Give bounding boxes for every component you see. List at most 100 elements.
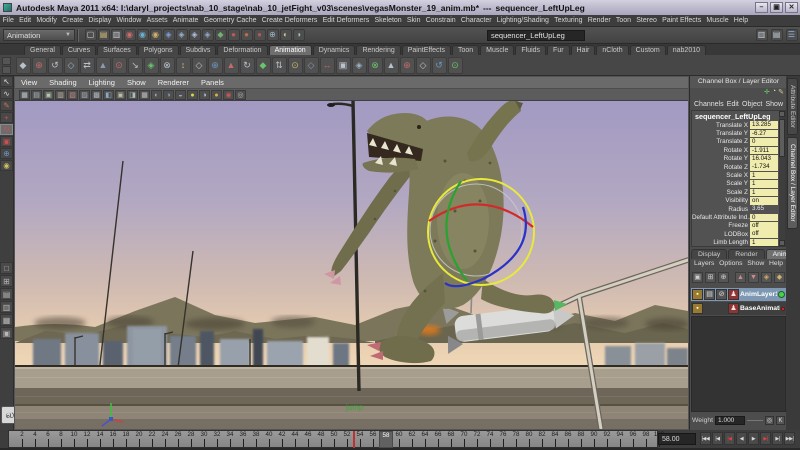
- channel-scrollbar[interactable]: [779, 111, 785, 246]
- shelf-tab[interactable]: Dynamics: [313, 45, 356, 55]
- shelf-icon[interactable]: ↕: [176, 57, 191, 74]
- viewport-toolbar-icon[interactable]: ▣: [43, 90, 54, 100]
- shelf-icon[interactable]: ⊕: [400, 57, 415, 74]
- shelf-icon[interactable]: ▲: [96, 57, 111, 74]
- current-time-field[interactable]: 58.00: [658, 433, 696, 445]
- status-divider[interactable]: [77, 29, 82, 42]
- shelf-tab[interactable]: Custom: [630, 45, 666, 55]
- panel-menu-item[interactable]: Show: [121, 78, 152, 87]
- tool-button[interactable]: +: [0, 112, 13, 123]
- layout-shortcut-button[interactable]: ▥: [0, 301, 13, 313]
- channel-label[interactable]: Rotate Z: [692, 164, 750, 171]
- shelf-tab[interactable]: Curves: [62, 45, 96, 55]
- status-icon[interactable]: ◉: [150, 29, 162, 41]
- channel-box-menu-item[interactable]: Show: [765, 101, 783, 108]
- playback-button[interactable]: ▶▶|: [784, 432, 795, 445]
- shelf-icon[interactable]: ⊙: [448, 57, 463, 74]
- viewport-toolbar-icon[interactable]: ●: [211, 90, 222, 100]
- channel-value-field[interactable]: 0: [750, 138, 778, 146]
- layout-shortcut-button[interactable]: □: [0, 262, 13, 274]
- channel-value-field[interactable]: -1.734: [750, 163, 778, 171]
- shelf-icon[interactable]: ▲: [224, 57, 239, 74]
- panel-menu-item[interactable]: Renderer: [152, 78, 195, 87]
- shelf-icon[interactable]: ⇄: [80, 57, 95, 74]
- channel-box-menu-item[interactable]: Edit: [727, 101, 739, 108]
- playback-button[interactable]: ▶|: [772, 432, 783, 445]
- move-layer-down-icon[interactable]: ▼: [748, 272, 759, 283]
- quick-selection-field[interactable]: sequencer_LeftUpLeg: [487, 30, 585, 41]
- layer-keying-icon[interactable]: ▪: [692, 303, 703, 314]
- channel-value-field[interactable]: -6.27: [750, 130, 778, 138]
- channel-label[interactable]: Rotate Y: [692, 155, 750, 162]
- shelf-icon[interactable]: ◈: [352, 57, 367, 74]
- menu-item[interactable]: Toon: [613, 17, 633, 24]
- status-icon[interactable]: ◐: [280, 29, 292, 41]
- shelf-tab[interactable]: General: [24, 45, 61, 55]
- channel-label[interactable]: Translate X: [692, 122, 750, 129]
- status-icon[interactable]: ◈: [163, 29, 175, 41]
- tool-button[interactable]: ◉: [0, 160, 13, 171]
- panel-menu-item[interactable]: Shading: [43, 78, 83, 87]
- layout-shortcut-button[interactable]: ▦: [0, 314, 13, 326]
- channel-label[interactable]: Rotate X: [692, 147, 750, 154]
- viewport-toolbar-icon[interactable]: ◑: [199, 90, 210, 100]
- shelf-icon[interactable]: ↘: [128, 57, 143, 74]
- viewport-toolbar-icon[interactable]: ▨: [79, 90, 90, 100]
- channel-box-menu-item[interactable]: Channels: [694, 101, 724, 108]
- shelf-icon[interactable]: ◈: [144, 57, 159, 74]
- shelf-tab[interactable]: Muscle: [480, 45, 514, 55]
- shelf-icon[interactable]: ⊗: [368, 57, 383, 74]
- layer-editor-menu-item[interactable]: Show: [747, 260, 764, 267]
- shelf-icon[interactable]: ◇: [192, 57, 207, 74]
- viewport-toolbar-icon[interactable]: ▧: [67, 90, 78, 100]
- channel-label[interactable]: Scale X: [692, 172, 750, 179]
- pencil-icon[interactable]: ✎: [778, 88, 784, 96]
- shelf-tab[interactable]: PaintEffects: [402, 45, 451, 55]
- scroll-thumb[interactable]: [779, 119, 785, 157]
- tool-button[interactable]: ▣: [0, 136, 13, 147]
- layout-shortcut-button[interactable]: ▤: [0, 288, 13, 300]
- scroll-up-icon[interactable]: [779, 111, 785, 117]
- menu-item[interactable]: Render: [585, 17, 613, 24]
- channel-label[interactable]: LODBox: [692, 231, 750, 238]
- merge-layers-icon[interactable]: ◆: [774, 272, 785, 283]
- channel-label[interactable]: Scale Z: [692, 189, 750, 196]
- status-icon[interactable]: ◆: [215, 29, 227, 41]
- viewport-toolbar-icon[interactable]: ◎: [235, 90, 246, 100]
- weight-slider[interactable]: [747, 420, 763, 421]
- status-icon[interactable]: ●: [241, 29, 253, 41]
- tool-button[interactable]: ↻: [0, 124, 13, 135]
- viewport-toolbar-icon[interactable]: ◑: [163, 90, 174, 100]
- viewport-toolbar-icon[interactable]: ●: [187, 90, 198, 100]
- status-icon[interactable]: ◈: [189, 29, 201, 41]
- channel-value-field[interactable]: 0: [750, 214, 778, 222]
- playback-button[interactable]: ◀: [736, 432, 747, 445]
- menu-item[interactable]: Create: [60, 17, 86, 24]
- status-icon[interactable]: ◉: [124, 29, 136, 41]
- key-weight-button[interactable]: K: [776, 416, 785, 425]
- tab-attribute-editor[interactable]: Attribute Editor: [787, 78, 798, 135]
- menu-item[interactable]: Geometry Cache: [201, 17, 259, 24]
- shelf-icon[interactable]: ◇: [304, 57, 319, 74]
- panel-menu-item[interactable]: Panels: [195, 78, 230, 87]
- channel-value-field[interactable]: off: [750, 230, 778, 238]
- layout-shortcut-button[interactable]: ▣: [0, 327, 13, 339]
- menu-item[interactable]: Edit Deformers: [320, 17, 372, 24]
- layer-solo-icon[interactable]: ⊘: [716, 289, 727, 300]
- shelf-icon[interactable]: ⊙: [112, 57, 127, 74]
- channel-label[interactable]: Limb Length: [692, 239, 750, 246]
- status-icon[interactable]: ▤: [98, 29, 110, 41]
- layer-editor-tab[interactable]: Render: [728, 249, 764, 259]
- title-bar[interactable]: Autodesk Maya 2011 x64: I:\daryl_project…: [0, 0, 800, 15]
- shelf-icon[interactable]: ◆: [16, 57, 31, 74]
- channel-value-field[interactable]: off: [750, 222, 778, 230]
- minimize-button[interactable]: –: [755, 2, 768, 13]
- menu-item[interactable]: Character: [458, 17, 494, 24]
- extract-layer-icon[interactable]: ◈: [761, 272, 772, 283]
- scroll-down-icon[interactable]: [779, 240, 785, 246]
- shelf-tab[interactable]: Fluids: [515, 45, 546, 55]
- channel-label[interactable]: Translate Z: [692, 138, 750, 145]
- viewport-toolbar-icon[interactable]: ◧: [103, 90, 114, 100]
- weight-field[interactable]: 1.000: [715, 416, 745, 425]
- playback-button[interactable]: |◀: [712, 432, 723, 445]
